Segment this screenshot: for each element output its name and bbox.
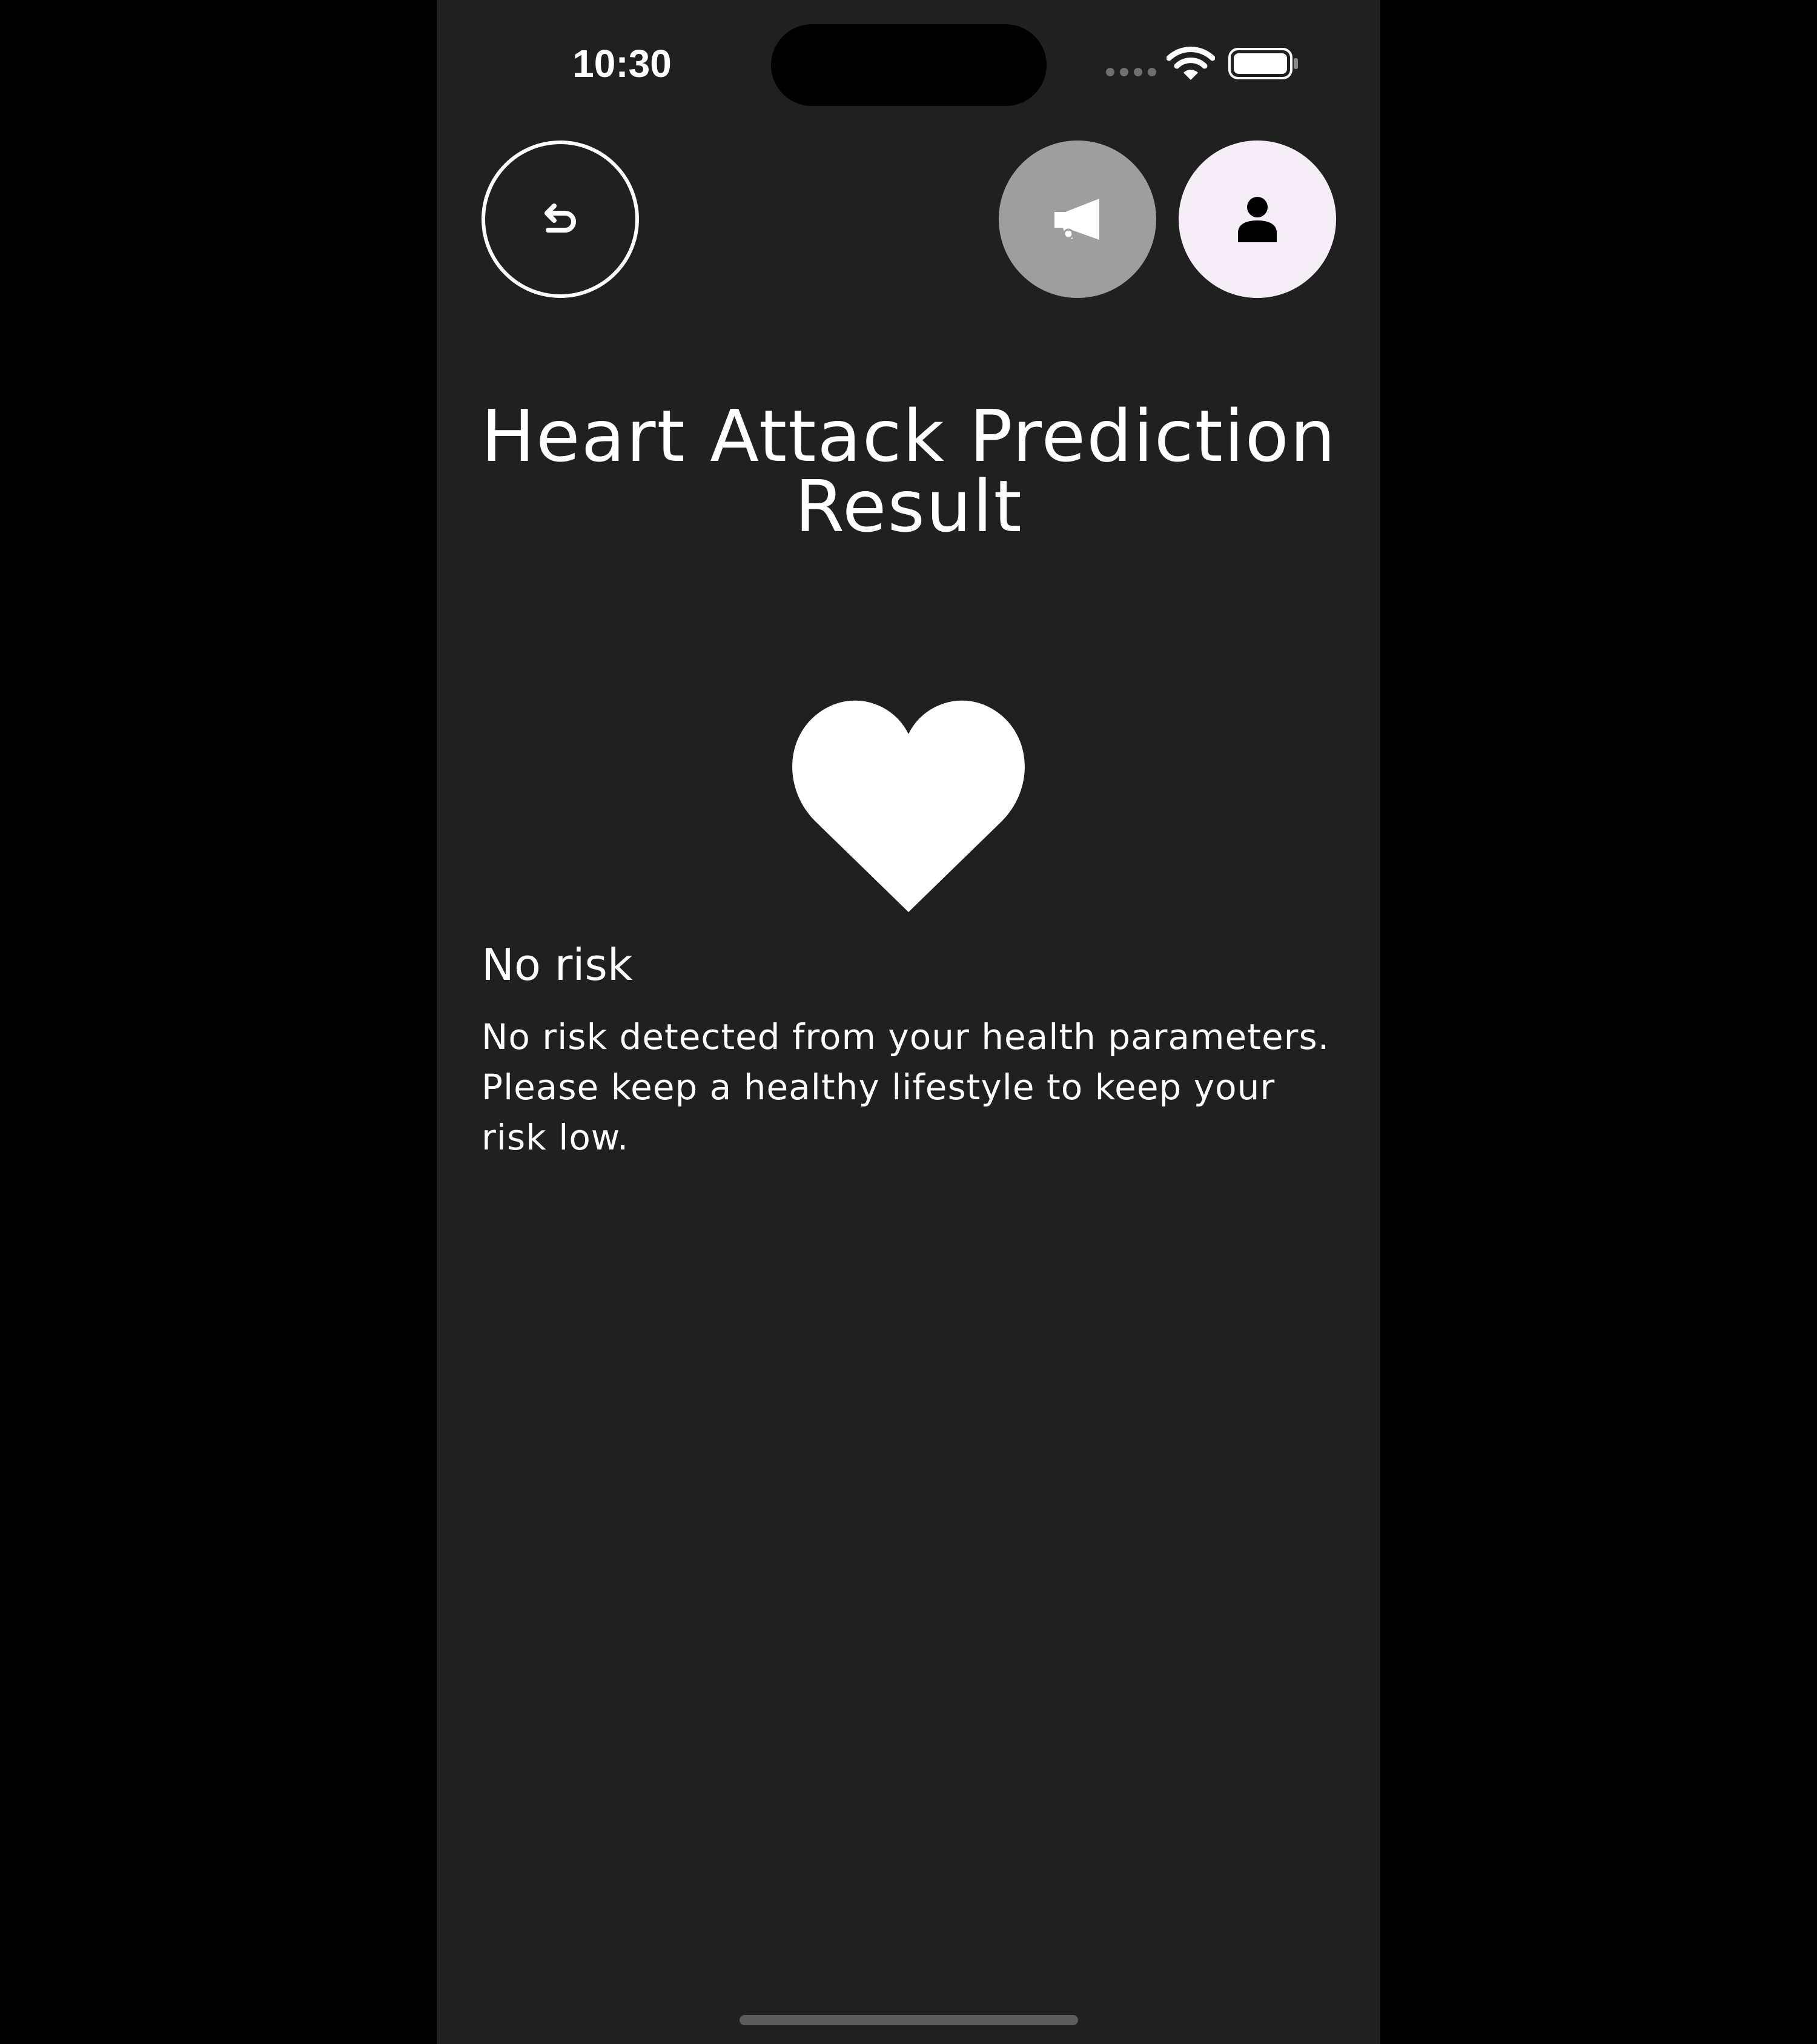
risk-level-label: No risk — [482, 939, 633, 990]
back-button[interactable] — [482, 141, 639, 298]
home-indicator[interactable] — [740, 2015, 1078, 2025]
page-title: Heart Attack Prediction Result — [481, 394, 1337, 548]
battery-icon — [1228, 48, 1298, 79]
risk-description: No risk detected from your health parame… — [482, 1016, 1330, 1158]
profile-button[interactable] — [1179, 141, 1336, 298]
status-time: 10:30 — [572, 42, 672, 85]
person-icon — [1238, 197, 1277, 242]
undo-arrow-icon — [544, 203, 576, 233]
phone-screen: 10:30 Heart Attack Prediction Result No … — [437, 0, 1380, 2044]
cellular-signal-icon — [1106, 68, 1157, 78]
wifi-icon — [1167, 47, 1215, 80]
announcement-button[interactable] — [999, 141, 1156, 298]
dynamic-island — [771, 24, 1047, 106]
heart-icon — [792, 700, 1025, 912]
megaphone-icon — [1054, 199, 1099, 240]
